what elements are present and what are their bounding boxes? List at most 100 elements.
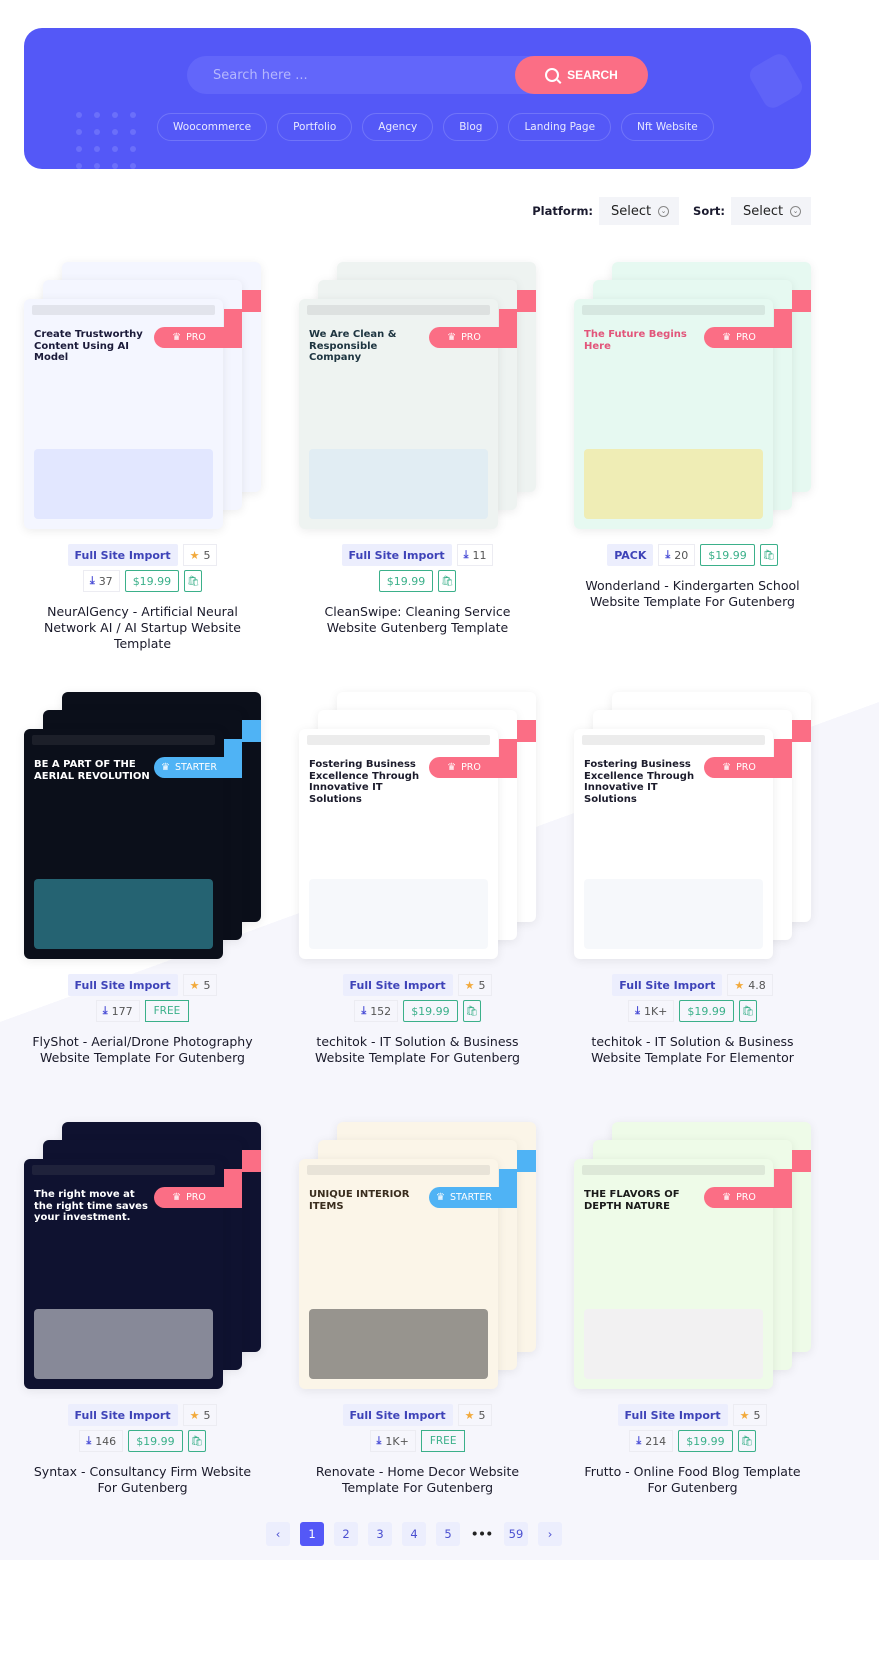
- template-card[interactable]: THE FLAVORS OF DEPTH NATURE ♛ PRO Full Site…: [574, 1122, 811, 1552]
- cart-button[interactable]: 🛍: [737, 1430, 756, 1452]
- template-meta: Full Site Import ★ 5 ⤓ 214 $19.99 🛍: [574, 1404, 811, 1452]
- template-card[interactable]: The right move at the right time saves y…: [24, 1122, 261, 1552]
- page-button[interactable]: 4: [402, 1522, 426, 1546]
- star-icon: ★: [189, 1408, 200, 1422]
- preview-nav: [32, 1165, 215, 1175]
- preview-stack[interactable]: We Are Clean & Responsible Company ♛ PRO: [299, 262, 536, 532]
- ribbon-fold: [517, 1150, 536, 1172]
- rating-value: 5: [203, 548, 211, 562]
- category-chip[interactable]: Portfolio: [277, 113, 353, 141]
- template-meta: Full Site Import ★ 5 ⤓ 177 FREE: [24, 974, 261, 1022]
- ribbon-badge: ♛ PRO: [704, 757, 774, 778]
- downloads: ⤓ 214: [629, 1430, 674, 1452]
- downloads: ⤓ 11: [456, 544, 494, 566]
- rating: ★ 5: [732, 1404, 768, 1426]
- category-chip[interactable]: Blog: [443, 113, 499, 141]
- search-bar: SEARCH: [187, 56, 648, 94]
- search-button[interactable]: SEARCH: [515, 56, 648, 94]
- free-badge: FREE: [420, 1430, 466, 1452]
- platform-select[interactable]: Select ⌄: [599, 197, 680, 225]
- template-title[interactable]: Frutto - Online Food Blog Template For G…: [574, 1464, 811, 1496]
- chevron-down-icon: ⌄: [658, 205, 670, 217]
- template-title[interactable]: Renovate - Home Decor Website Template F…: [299, 1464, 536, 1496]
- template-card[interactable]: BE A PART OF THE AERIAL REVOLUTION ♛ START…: [24, 692, 261, 1122]
- template-card[interactable]: We Are Clean & Responsible Company ♛ PRO Fu…: [299, 262, 536, 692]
- template-card[interactable]: Fostering Business Excellence Through In…: [574, 692, 811, 1122]
- page-button[interactable]: 2: [334, 1522, 358, 1546]
- preview-nav: [582, 1165, 765, 1175]
- page-button[interactable]: 59: [504, 1522, 528, 1546]
- preview-stack[interactable]: Fostering Business Excellence Through In…: [574, 692, 811, 962]
- template-meta: Full Site Import ★ 5 ⤓ 146 $19.99 🛍: [24, 1404, 261, 1452]
- import-type-badge: Full Site Import: [342, 974, 453, 996]
- download-count: 1K+: [385, 1434, 409, 1448]
- download-count: 214: [645, 1434, 667, 1448]
- preview-stack[interactable]: Create Trustworthy Content Using AI Mode…: [24, 262, 261, 532]
- rating-value: 5: [203, 978, 211, 992]
- download-count: 152: [370, 1004, 392, 1018]
- category-chips: Woocommerce Portfolio Agency Blog Landing Pa…: [157, 113, 714, 141]
- template-title[interactable]: techitok - IT Solution & Business Websit…: [299, 1034, 536, 1066]
- preview-block: [309, 449, 488, 519]
- preview-headline: UNIQUE INTERIOR ITEMS: [309, 1189, 410, 1212]
- preview-stack[interactable]: THE FLAVORS OF DEPTH NATURE ♛ PRO: [574, 1122, 811, 1392]
- template-card[interactable]: The Future Begins Here ♛ PRO PACK ⤓ 20 $19.99 🛍…: [574, 262, 811, 692]
- preview-stack[interactable]: BE A PART OF THE AERIAL REVOLUTION ♛ START…: [24, 692, 261, 962]
- sort-select[interactable]: Select ⌄: [731, 197, 811, 225]
- ribbon-badge: ♛ PRO: [154, 1187, 224, 1208]
- cart-button[interactable]: 🛍: [738, 1000, 757, 1022]
- template-title[interactable]: NeurAlGency - Artificial Neural Network …: [24, 604, 261, 652]
- rating: ★ 5: [457, 1404, 493, 1426]
- category-chip[interactable]: Woocommerce: [157, 113, 268, 141]
- page-button[interactable]: 3: [368, 1522, 392, 1546]
- preview-nav: [32, 735, 215, 745]
- search-hero: SEARCH Woocommerce Portfolio Agency Blog Lan…: [24, 28, 811, 169]
- category-chip[interactable]: Agency: [362, 113, 434, 141]
- preview-headline: The Future Begins Here: [584, 329, 687, 352]
- template-card[interactable]: Create Trustworthy Content Using AI Mode…: [24, 262, 261, 692]
- cart-button[interactable]: 🛍: [184, 570, 203, 592]
- preview-stack[interactable]: UNIQUE INTERIOR ITEMS ♛ STARTER: [299, 1122, 536, 1392]
- ribbon-fold: [517, 720, 536, 742]
- cart-button[interactable]: 🛍: [187, 1430, 206, 1452]
- cart-button[interactable]: 🛍: [759, 544, 778, 566]
- template-title[interactable]: techitok - IT Solution & Business Websit…: [574, 1034, 811, 1066]
- template-card[interactable]: Fostering Business Excellence Through In…: [299, 692, 536, 1122]
- template-title[interactable]: FlyShot - Aerial/Drone Photography Websi…: [24, 1034, 261, 1066]
- preview-stack[interactable]: Fostering Business Excellence Through In…: [299, 692, 536, 962]
- preview-stack[interactable]: The Future Begins Here ♛ PRO: [574, 262, 811, 532]
- download-count: 177: [111, 1004, 133, 1018]
- page-button[interactable]: 1: [300, 1522, 324, 1546]
- page-button[interactable]: 5: [436, 1522, 460, 1546]
- cart-button[interactable]: 🛍: [462, 1000, 481, 1022]
- ribbon-fold: [774, 739, 792, 778]
- cart-button[interactable]: 🛍: [438, 570, 457, 592]
- star-icon: ★: [739, 1408, 750, 1422]
- template-card[interactable]: UNIQUE INTERIOR ITEMS ♛ STARTER Full Site I…: [299, 1122, 536, 1552]
- import-type-badge: Full Site Import: [341, 544, 452, 566]
- ribbon-badge: ♛ PRO: [154, 327, 224, 348]
- rating-value: 5: [203, 1408, 211, 1422]
- next-page-button[interactable]: ›: [538, 1522, 562, 1546]
- ribbon-fold: [774, 1169, 792, 1208]
- search-input[interactable]: [213, 56, 493, 94]
- ribbon-badge: ♛ PRO: [704, 1187, 774, 1208]
- download-icon: ⤓: [665, 548, 671, 561]
- import-type-badge: Full Site Import: [612, 974, 723, 996]
- ribbon-label: PRO: [461, 762, 481, 773]
- template-title[interactable]: CleanSwipe: Cleaning Service Website Gut…: [299, 604, 536, 636]
- ribbon-label: PRO: [736, 1192, 756, 1203]
- category-chip[interactable]: Landing Page: [508, 113, 612, 141]
- category-chip[interactable]: Nft Website: [621, 113, 714, 141]
- preview-stack[interactable]: The right move at the right time saves y…: [24, 1122, 261, 1392]
- prev-page-button[interactable]: ‹: [266, 1522, 290, 1546]
- preview-headline: The right move at the right time saves y…: [34, 1189, 148, 1223]
- sort-value: Select: [743, 203, 784, 219]
- preview-headline: BE A PART OF THE AERIAL REVOLUTION: [34, 759, 150, 782]
- template-title[interactable]: Wonderland - Kindergarten School Website…: [574, 578, 811, 610]
- downloads: ⤓ 177: [95, 1000, 140, 1022]
- preview-headline: Fostering Business Excellence Through In…: [309, 759, 420, 805]
- preview-block: [34, 449, 213, 519]
- downloads: ⤓ 1K+: [369, 1430, 416, 1452]
- template-title[interactable]: Syntax - Consultancy Firm Website For Gu…: [24, 1464, 261, 1496]
